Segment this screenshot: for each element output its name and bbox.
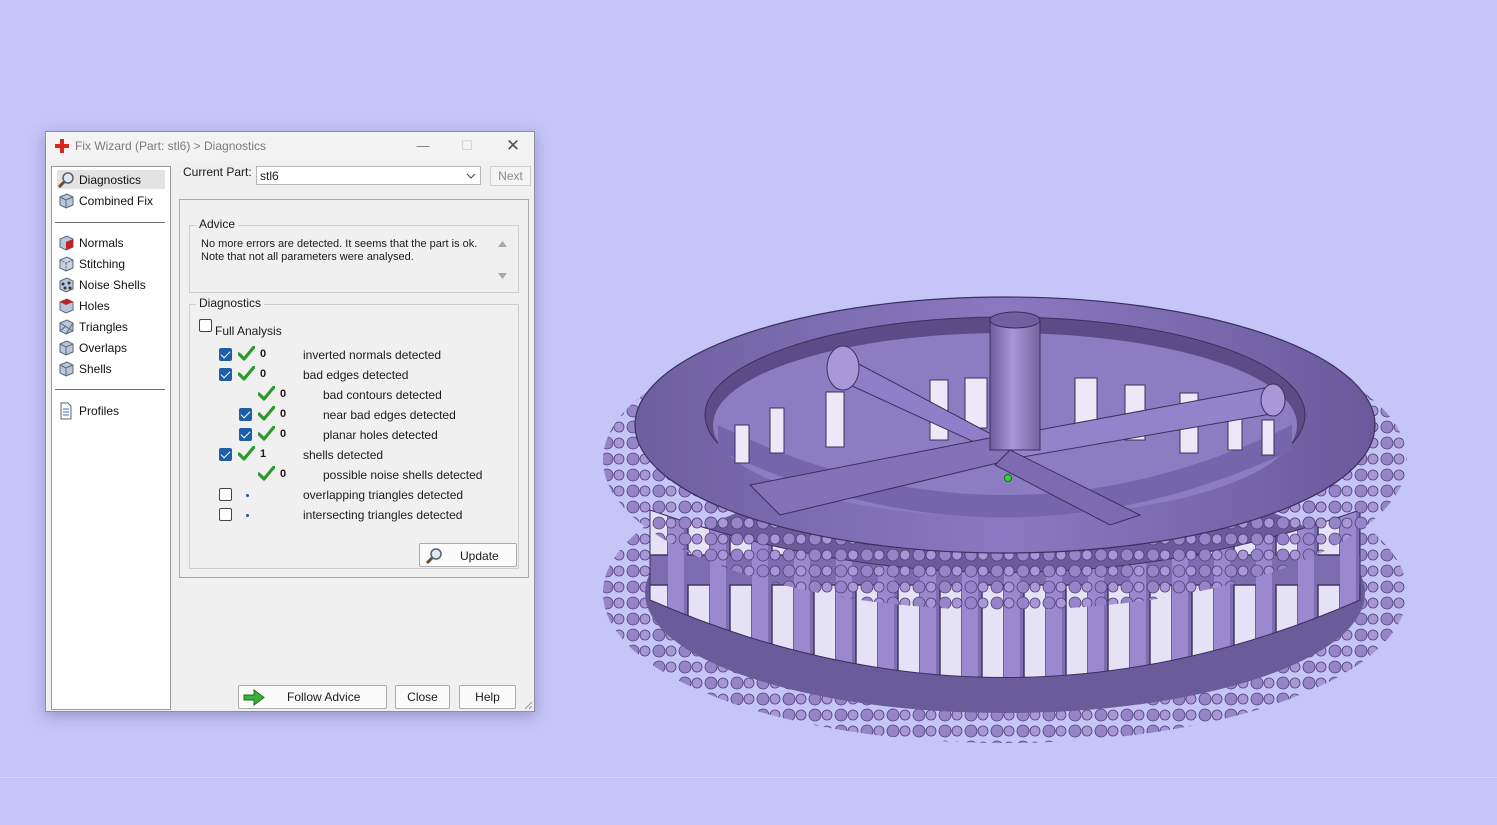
normals-cube-icon (59, 234, 74, 251)
next-button[interactable]: Next (490, 166, 531, 186)
green-check-icon (258, 426, 275, 441)
diagnostic-label: planar holes detected (323, 428, 438, 442)
nav-item-noise-shells[interactable]: Noise Shells (57, 275, 165, 294)
viewport-bottom-line (0, 777, 1497, 778)
diagnostic-count: 0 (280, 408, 287, 420)
advice-title: Advice (196, 217, 239, 231)
diagnostic-label: inverted normals detected (303, 348, 442, 362)
dialog-title: Fix Wizard (Part: stl6) > Diagnostics (75, 139, 267, 153)
green-check-icon (258, 406, 275, 421)
stitching-cube-icon (59, 255, 74, 272)
advice-text: No more errors are detected. It seems th… (201, 238, 478, 263)
red-cross-icon (55, 139, 69, 153)
nav-item-overlaps[interactable]: Overlaps (57, 338, 165, 357)
diagnostic-label: possible noise shells detected (323, 468, 483, 482)
shells-cube-icon (59, 360, 74, 377)
green-check-icon (238, 346, 255, 361)
diagnostics-title: Diagnostics (196, 296, 265, 310)
diagnostic-label: overlapping triangles detected (303, 488, 464, 502)
diagnostic-checkbox[interactable] (219, 368, 232, 381)
nav-item-profiles[interactable]: Profiles (57, 401, 165, 420)
noise-shells-icon (59, 276, 74, 293)
diagnostic-count: 0 (280, 468, 287, 480)
arrow-right-icon (243, 689, 265, 706)
resize-grip-icon[interactable] (523, 700, 533, 710)
nav-item-holes[interactable]: Holes (57, 296, 165, 315)
3d-model-wheel[interactable] (600, 275, 1415, 775)
help-button[interactable]: Help (459, 685, 516, 709)
advice-group: Advice No more errors are detected. It s… (189, 217, 519, 293)
green-check-icon (238, 366, 255, 381)
diagnostic-checkbox[interactable] (239, 408, 252, 421)
update-label: Update (460, 549, 499, 563)
green-check-icon (238, 446, 255, 461)
diagnostic-count: 0 (280, 388, 287, 400)
diagnostic-checkbox[interactable] (219, 508, 232, 521)
minimize-button[interactable]: — (410, 136, 436, 156)
diagnostic-count: 1 (260, 448, 267, 460)
nav-item-triangles[interactable]: Triangles (57, 317, 165, 336)
diagnostic-checkbox[interactable] (219, 448, 232, 461)
diagnostic-checkbox[interactable] (219, 348, 232, 361)
nav-item-combined-fix[interactable]: Combined Fix (57, 191, 165, 210)
close-window-button[interactable]: ✕ (500, 136, 526, 156)
not-analysed-dot-icon (246, 494, 249, 497)
diagnostic-count: 0 (260, 368, 267, 380)
green-check-icon (258, 386, 275, 401)
document-icon (60, 402, 72, 419)
nav-separator (55, 389, 165, 390)
diagnostics-panel: Advice No more errors are detected. It s… (179, 199, 529, 578)
diagnostic-label: intersecting triangles detected (303, 508, 463, 522)
nav-item-stitching[interactable]: Stitching (57, 254, 165, 273)
wizard-nav: Diagnostics Combined Fix Normals Stitchi… (51, 166, 171, 710)
title-bar[interactable]: Fix Wizard (Part: stl6) > Diagnostics — … (46, 132, 534, 161)
nav-separator (55, 222, 165, 223)
diagnostic-checkbox[interactable] (219, 488, 232, 501)
maximize-button[interactable]: ☐ (454, 136, 480, 156)
full-analysis-checkbox[interactable] (199, 319, 212, 332)
holes-cube-icon (59, 297, 74, 314)
diagnostic-label: bad contours detected (323, 388, 442, 402)
triangles-cube-icon (59, 318, 74, 335)
full-analysis-label: Full Analysis (215, 324, 282, 338)
update-button[interactable]: Update (419, 543, 517, 567)
cube-icon (59, 192, 74, 209)
current-part-select[interactable]: stl6 (256, 166, 481, 185)
follow-advice-button[interactable]: Follow Advice (238, 685, 387, 709)
nav-item-shells[interactable]: Shells (57, 359, 165, 378)
overlaps-cube-icon (59, 339, 74, 356)
scroll-down-icon[interactable] (498, 272, 507, 280)
diagnostic-count: 0 (280, 428, 287, 440)
magnifier-icon (425, 548, 442, 565)
current-part-value: stl6 (260, 169, 279, 183)
diagnostic-label: shells detected (303, 448, 384, 462)
scroll-up-icon[interactable] (498, 240, 507, 248)
fix-wizard-dialog: Fix Wizard (Part: stl6) > Diagnostics — … (45, 131, 535, 712)
chevron-down-icon (466, 173, 476, 179)
magnifier-icon (57, 171, 74, 188)
current-part-label: Current Part: (183, 165, 252, 179)
green-check-icon (258, 466, 275, 481)
follow-advice-label: Follow Advice (287, 690, 361, 704)
nav-item-diagnostics[interactable]: Diagnostics (57, 170, 165, 189)
not-analysed-dot-icon (246, 514, 249, 517)
diagnostic-label: bad edges detected (303, 368, 409, 382)
nav-item-normals[interactable]: Normals (57, 233, 165, 252)
close-button[interactable]: Close (395, 685, 450, 709)
diagnostic-count: 0 (260, 348, 267, 360)
diagnostic-checkbox[interactable] (239, 428, 252, 441)
diagnostic-label: near bad edges detected (323, 408, 456, 422)
diagnostics-group: Diagnostics Full Analysis 0 inverted norm… (189, 296, 519, 569)
